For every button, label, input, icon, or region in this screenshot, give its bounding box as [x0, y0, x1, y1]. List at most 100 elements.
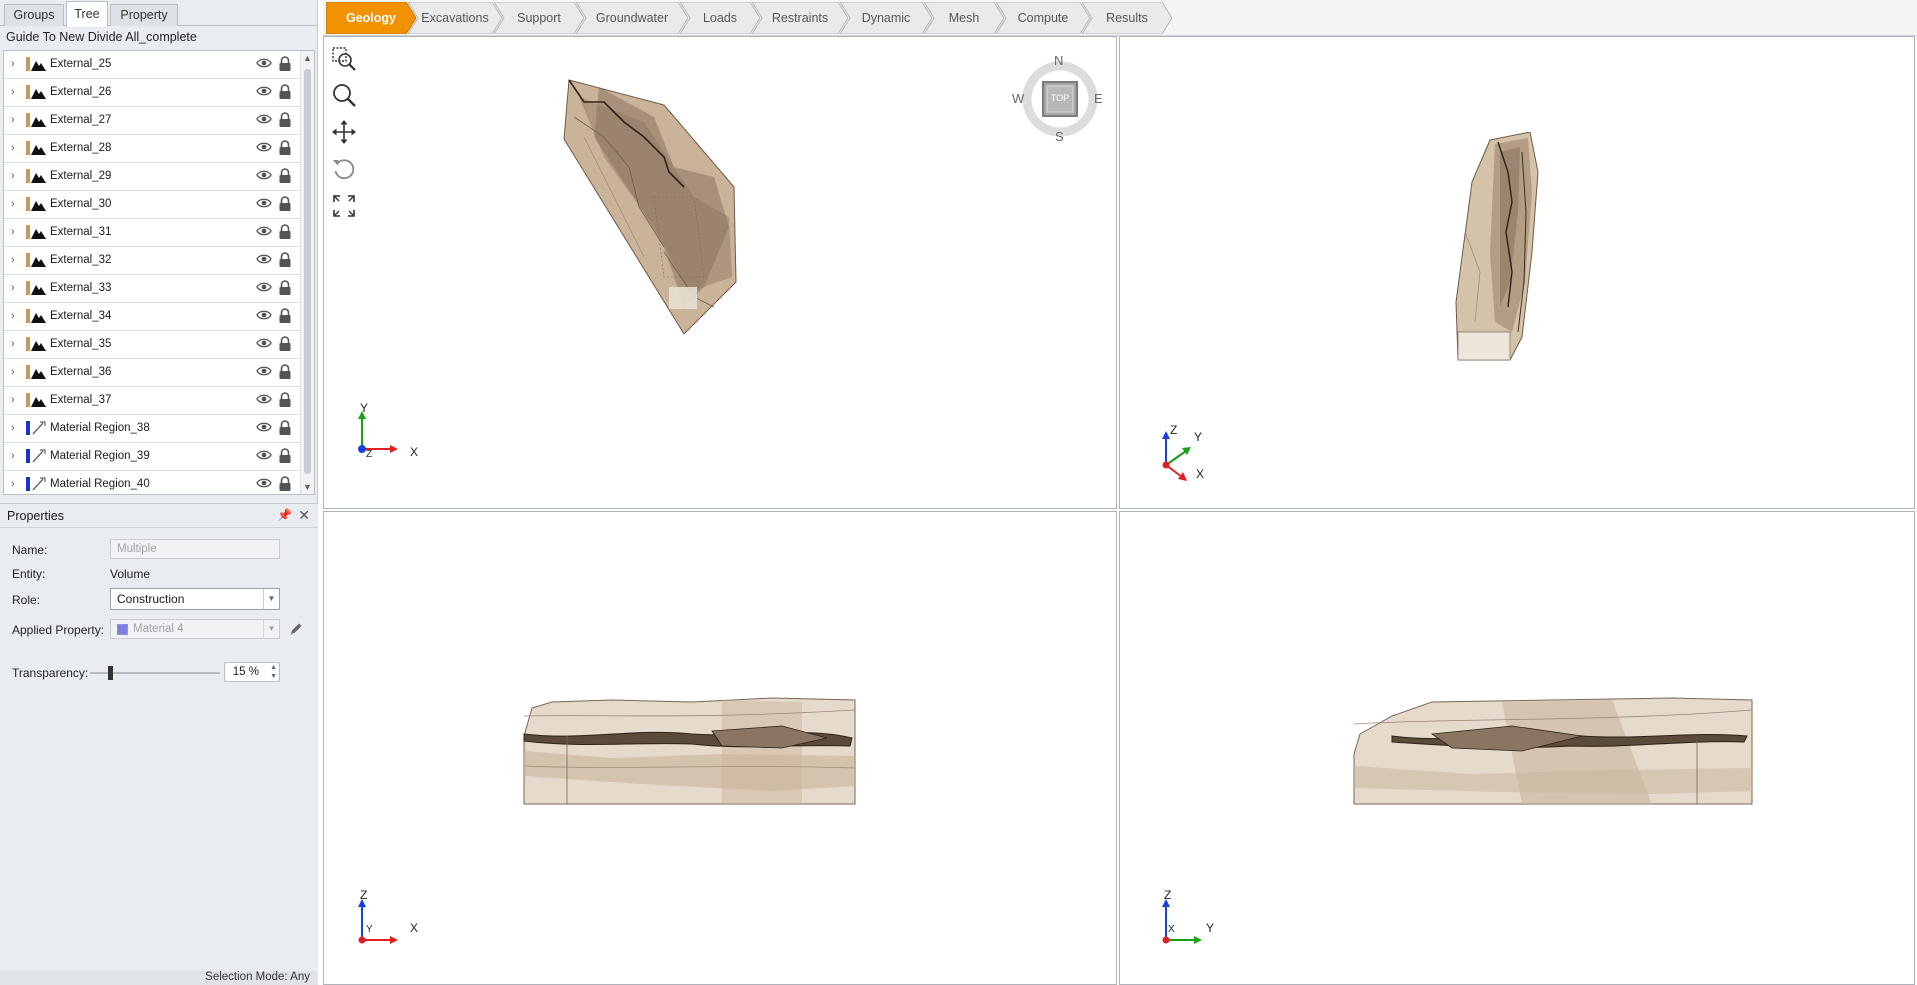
- tree-item[interactable]: › External_29: [4, 163, 300, 191]
- workflow-step-results[interactable]: Results: [1082, 2, 1172, 34]
- lock-icon[interactable]: [278, 140, 292, 156]
- visibility-eye-icon[interactable]: [256, 84, 272, 101]
- pan-icon[interactable]: [330, 118, 358, 146]
- viewport-perspective[interactable]: Z Y X: [1119, 36, 1915, 509]
- expand-chevron-icon[interactable]: ›: [11, 282, 15, 294]
- expand-chevron-icon[interactable]: ›: [11, 366, 15, 378]
- lock-icon[interactable]: [278, 252, 292, 268]
- applied-property-select[interactable]: Material 4 ▼: [110, 619, 280, 639]
- workflow-step-mesh[interactable]: Mesh: [924, 2, 1004, 34]
- transparency-slider[interactable]: [90, 666, 220, 680]
- tree-item[interactable]: › External_27: [4, 107, 300, 135]
- lock-icon[interactable]: [278, 112, 292, 128]
- visibility-eye-icon[interactable]: [256, 308, 272, 325]
- lock-icon[interactable]: [278, 84, 292, 100]
- expand-chevron-icon[interactable]: ›: [11, 310, 15, 322]
- lock-icon[interactable]: [278, 196, 292, 212]
- workflow-step-dynamic[interactable]: Dynamic: [840, 2, 932, 34]
- viewport-top[interactable]: N S E W TOP Y X Z: [323, 36, 1117, 509]
- tab-property[interactable]: Property: [110, 4, 178, 26]
- workflow-step-geology[interactable]: Geology: [326, 2, 416, 34]
- zoom-window-icon[interactable]: [330, 45, 358, 73]
- lock-icon[interactable]: [278, 280, 292, 296]
- visibility-eye-icon[interactable]: [256, 420, 272, 437]
- transparency-spinner[interactable]: 15 % ▲ ▼: [224, 662, 280, 682]
- tree-item[interactable]: › External_30: [4, 191, 300, 219]
- tree-item[interactable]: › External_36: [4, 359, 300, 387]
- expand-chevron-icon[interactable]: ›: [11, 226, 15, 238]
- lock-icon[interactable]: [278, 392, 292, 408]
- viewport-front[interactable]: Z X Y: [323, 511, 1117, 985]
- workflow-step-excavations[interactable]: Excavations: [408, 2, 502, 34]
- expand-chevron-icon[interactable]: ›: [11, 254, 15, 266]
- lock-icon[interactable]: [278, 336, 292, 352]
- viewport-side[interactable]: Z Y X: [1119, 511, 1915, 985]
- visibility-eye-icon[interactable]: [256, 196, 272, 213]
- expand-chevron-icon[interactable]: ›: [11, 338, 15, 350]
- expand-chevron-icon[interactable]: ›: [11, 114, 15, 126]
- expand-chevron-icon[interactable]: ›: [11, 58, 15, 70]
- lock-icon[interactable]: [278, 56, 292, 72]
- expand-chevron-icon[interactable]: ›: [11, 198, 15, 210]
- visibility-eye-icon[interactable]: [256, 392, 272, 409]
- visibility-eye-icon[interactable]: [256, 168, 272, 185]
- rotate-icon[interactable]: [330, 155, 358, 183]
- edit-pencil-icon[interactable]: [288, 621, 304, 640]
- expand-chevron-icon[interactable]: ›: [11, 170, 15, 182]
- tree-item[interactable]: › External_33: [4, 275, 300, 303]
- tree-item[interactable]: › External_32: [4, 247, 300, 275]
- compass-top-button[interactable]: TOP: [1048, 93, 1072, 103]
- tree-item[interactable]: › External_31: [4, 219, 300, 247]
- workflow-step-restraints[interactable]: Restraints: [752, 2, 848, 34]
- spinner-arrows-icon[interactable]: ▲ ▼: [270, 663, 277, 681]
- visibility-eye-icon[interactable]: [256, 336, 272, 353]
- lock-icon[interactable]: [278, 168, 292, 184]
- workflow-step-groundwater[interactable]: Groundwater: [576, 2, 688, 34]
- zoom-extents-icon[interactable]: [330, 192, 358, 220]
- visibility-eye-icon[interactable]: [256, 112, 272, 129]
- close-icon[interactable]: ✕: [298, 507, 310, 524]
- workflow-step-support[interactable]: Support: [494, 2, 584, 34]
- workflow-step-loads[interactable]: Loads: [680, 2, 760, 34]
- expand-chevron-icon[interactable]: ›: [11, 142, 15, 154]
- tab-tree[interactable]: Tree: [66, 1, 108, 27]
- tree-item[interactable]: › External_37: [4, 387, 300, 415]
- lock-icon[interactable]: [278, 364, 292, 380]
- visibility-eye-icon[interactable]: [256, 364, 272, 381]
- lock-icon[interactable]: [278, 476, 292, 492]
- visibility-eye-icon[interactable]: [256, 224, 272, 241]
- tree-item[interactable]: › External_26: [4, 79, 300, 107]
- lock-icon[interactable]: [278, 420, 292, 436]
- visibility-eye-icon[interactable]: [256, 448, 272, 465]
- tree-item[interactable]: › Material Region_38: [4, 415, 300, 443]
- tab-groups[interactable]: Groups: [4, 4, 64, 26]
- expand-chevron-icon[interactable]: ›: [11, 86, 15, 98]
- expand-chevron-icon[interactable]: ›: [11, 394, 15, 406]
- tree-item[interactable]: › Material Region_40: [4, 471, 300, 494]
- visibility-eye-icon[interactable]: [256, 476, 272, 493]
- tree-scrollbar[interactable]: ▲ ▼: [300, 51, 314, 494]
- lock-icon[interactable]: [278, 224, 292, 240]
- name-field[interactable]: Multiple: [110, 539, 280, 559]
- slider-thumb[interactable]: [107, 666, 113, 680]
- role-select[interactable]: Construction ▼: [110, 588, 280, 610]
- chevron-down-icon[interactable]: ▼: [263, 589, 279, 609]
- visibility-eye-icon[interactable]: [256, 140, 272, 157]
- pin-icon[interactable]: 📌: [277, 508, 292, 522]
- scroll-down-icon[interactable]: ▼: [303, 482, 312, 492]
- tree-item[interactable]: › Material Region_39: [4, 443, 300, 471]
- view-compass[interactable]: N S E W TOP: [1012, 53, 1106, 145]
- expand-chevron-icon[interactable]: ›: [11, 450, 15, 462]
- zoom-icon[interactable]: [330, 81, 358, 109]
- tree-item[interactable]: › External_35: [4, 331, 300, 359]
- expand-chevron-icon[interactable]: ›: [11, 478, 15, 490]
- visibility-eye-icon[interactable]: [256, 56, 272, 73]
- workflow-step-compute[interactable]: Compute: [996, 2, 1090, 34]
- tree-item[interactable]: › External_25: [4, 51, 300, 79]
- lock-icon[interactable]: [278, 448, 292, 464]
- expand-chevron-icon[interactable]: ›: [11, 422, 15, 434]
- tree-item[interactable]: › External_34: [4, 303, 300, 331]
- scroll-thumb[interactable]: [304, 69, 311, 474]
- lock-icon[interactable]: [278, 308, 292, 324]
- scroll-up-icon[interactable]: ▲: [303, 53, 312, 63]
